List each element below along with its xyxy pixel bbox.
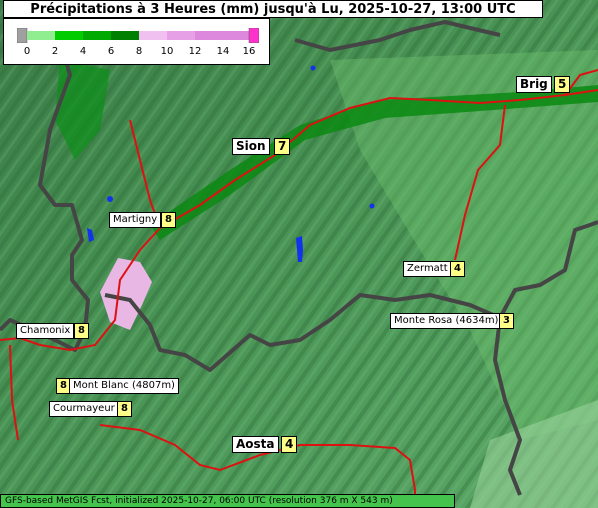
- legend-tick-label: 8: [135, 46, 143, 57]
- lake: [369, 203, 375, 209]
- location-value-brig: 5: [554, 76, 571, 93]
- terrain-map: [0, 0, 598, 508]
- legend-segment-1: [27, 31, 55, 40]
- location-label-mont-blanc: Mont Blanc (4807m): [69, 378, 179, 394]
- lake: [107, 196, 113, 202]
- location-value-aosta: 4: [281, 436, 298, 453]
- location-value-martigny: 8: [161, 212, 176, 228]
- location-label-courmayeur: Courmayeur: [49, 401, 119, 417]
- legend-segment-3: [83, 31, 111, 40]
- legend-tick-label: 4: [79, 46, 87, 57]
- legend-tick-label: 0: [23, 46, 31, 57]
- title-bar: Précipitations à 3 Heures (mm) jusqu'à L…: [3, 0, 543, 18]
- precip-legend: 0 2 4 6 8 10 12 14 16: [3, 18, 270, 65]
- legend-segment-8: [248, 28, 259, 43]
- legend-segment-0: [17, 28, 28, 43]
- location-label-zermatt: Zermatt: [403, 261, 452, 277]
- location-value-chamonix: 8: [74, 323, 89, 339]
- location-value-monte-rosa: 3: [499, 313, 514, 329]
- legend-segment-2: [55, 31, 83, 40]
- legend-tick-label: 10: [160, 46, 174, 57]
- legend-tick-label: 2: [51, 46, 59, 57]
- legend-color-bar: [17, 28, 259, 43]
- legend-segment-7: [195, 31, 249, 40]
- legend-tick-label: 12: [188, 46, 202, 57]
- location-value-sion: 7: [274, 138, 291, 155]
- legend-tick-label: 16: [242, 46, 256, 57]
- legend-segment-4: [111, 31, 139, 40]
- location-label-martigny: Martigny: [109, 212, 162, 228]
- lake: [310, 65, 316, 71]
- location-label-monte-rosa: Monte Rosa (4634m): [390, 313, 503, 329]
- location-value-zermatt: 4: [450, 261, 465, 277]
- map-title: Précipitations à 3 Heures (mm) jusqu'à L…: [30, 2, 516, 17]
- location-label-chamonix: Chamonix: [16, 323, 75, 339]
- location-label-aosta: Aosta: [232, 436, 279, 453]
- legend-tick-label: 14: [216, 46, 230, 57]
- location-label-brig: Brig: [516, 76, 552, 93]
- legend-segment-6: [167, 31, 195, 40]
- location-value-courmayeur: 8: [117, 401, 132, 417]
- legend-segment-5: [139, 31, 167, 40]
- location-label-sion: Sion: [232, 138, 270, 155]
- legend-tick-label: 6: [107, 46, 115, 57]
- forecast-footer: GFS-based MetGIS Fcst, initialized 2025-…: [0, 494, 455, 508]
